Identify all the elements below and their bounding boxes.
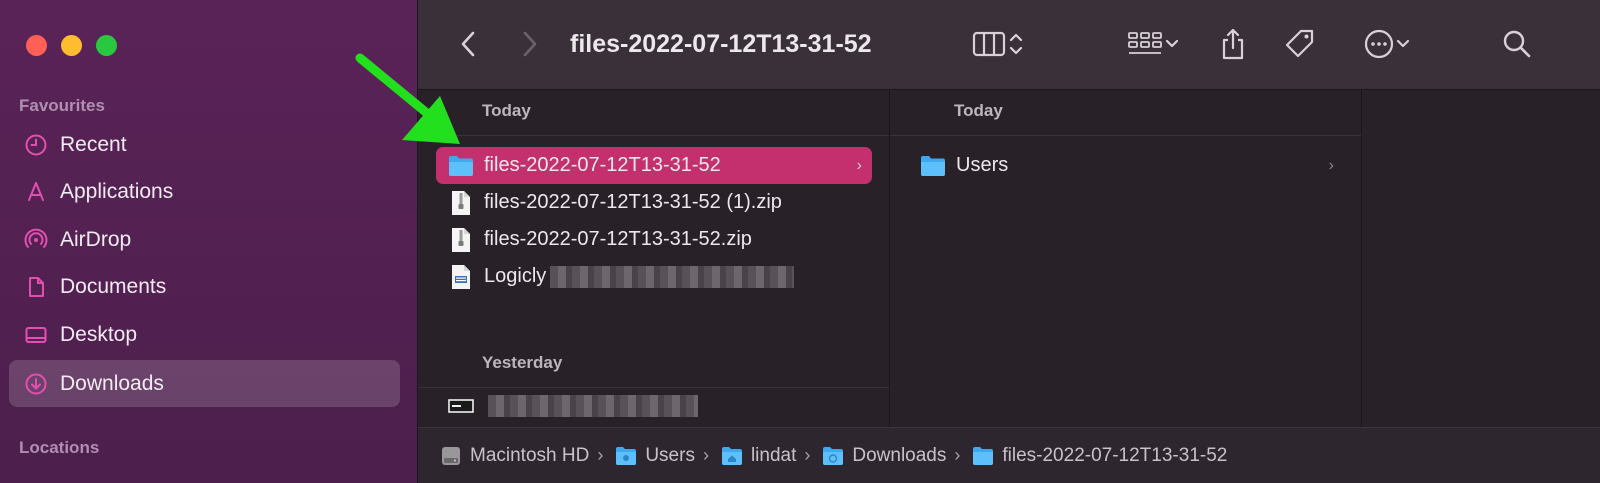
path-crumb-macintosh-hd[interactable]: Macintosh HD (440, 445, 589, 467)
folder-icon (972, 445, 994, 467)
sidebar-item-applications[interactable]: Applications (9, 168, 400, 215)
zip-file-icon (448, 227, 474, 253)
share-icon (1222, 28, 1244, 60)
path-separator: › (597, 445, 604, 465)
sidebar-item-recent[interactable]: Recent (9, 121, 400, 168)
path-bar: Macintosh HD › Users › lindat › Download… (418, 427, 1600, 483)
document-file-icon (448, 264, 474, 290)
path-crumb-lindat[interactable]: lindat (721, 445, 796, 467)
clock-icon (23, 132, 49, 158)
chevron-right-icon: › (1328, 156, 1334, 174)
sidebar-item-label: Desktop (60, 322, 138, 346)
path-crumb-users[interactable]: Users (615, 445, 695, 467)
column-3 (1362, 90, 1600, 427)
group-heading-today: Today (954, 101, 1003, 120)
window-controls (26, 35, 117, 56)
group-heading-today: Today (482, 101, 531, 120)
annotation-arrow-icon (355, 53, 460, 144)
column-2: Today Users › (890, 90, 1362, 427)
redacted-text (488, 394, 698, 417)
group-divider (418, 135, 889, 136)
home-folder-icon (721, 445, 743, 467)
tag-icon (1285, 29, 1314, 58)
tags-button[interactable] (1280, 24, 1320, 64)
path-separator: › (954, 445, 961, 465)
forward-button[interactable] (516, 24, 544, 64)
sidebar-item-label: AirDrop (60, 227, 132, 251)
file-row[interactable]: files-2022-07-12T13-31-52 (1).zip (436, 184, 872, 221)
columns-view-icon (972, 31, 1006, 57)
path-crumb-files-folder[interactable]: files-2022-07-12T13-31-52 (972, 445, 1227, 467)
search-button[interactable] (1500, 24, 1534, 64)
path-separator: › (702, 445, 709, 465)
file-row[interactable]: files-2022-07-12T13-31-52 › (436, 147, 872, 184)
grid-icon (1128, 32, 1162, 54)
sidebar-item-label: Downloads (60, 371, 164, 395)
zoom-window-button[interactable] (96, 35, 117, 56)
chevron-down-icon (1165, 39, 1179, 48)
column-1: Today files-2022-07-12T13-31-52 › files-… (418, 90, 890, 427)
more-actions-button[interactable] (1354, 24, 1420, 64)
airdrop-icon (23, 227, 49, 253)
folder-icon (920, 153, 946, 179)
view-mode-button[interactable] (962, 24, 1034, 64)
group-by-button[interactable] (1118, 24, 1188, 64)
sidebar-section-locations: Locations (19, 438, 100, 457)
chevron-right-icon (523, 31, 537, 57)
chevron-updown-icon (1009, 33, 1023, 55)
file-name: files-2022-07-12T13-31-52.zip (484, 228, 752, 250)
desktop-icon (23, 322, 49, 348)
sidebar-item-airdrop[interactable]: AirDrop (9, 216, 400, 263)
minimize-window-button[interactable] (61, 35, 82, 56)
close-window-button[interactable] (26, 35, 47, 56)
download-icon (23, 371, 49, 397)
path-crumb-label: Users (645, 444, 695, 466)
file-row[interactable]: Logicly (436, 258, 872, 295)
share-button[interactable] (1216, 24, 1250, 64)
zip-file-icon (448, 190, 474, 216)
ellipsis-circle-icon (1364, 29, 1394, 59)
path-crumb-downloads[interactable]: Downloads (822, 445, 946, 467)
path-crumb-label: Downloads (852, 444, 947, 466)
path-crumb-label: lindat (750, 444, 797, 466)
document-icon (23, 274, 49, 300)
redacted-text (550, 265, 795, 288)
file-name: Users (956, 154, 1009, 176)
sidebar-item-label: Documents (60, 274, 167, 298)
sidebar-item-label: Recent (60, 132, 127, 156)
applications-icon (23, 179, 49, 205)
finder-window: Favourites Recent Applications AirDrop D… (0, 0, 1600, 483)
chevron-right-icon: › (856, 156, 862, 174)
group-heading-yesterday: Yesterday (482, 353, 563, 372)
path-crumb-label: Macintosh HD (470, 444, 590, 466)
path-separator: › (804, 445, 811, 465)
search-icon (1503, 30, 1531, 58)
sidebar-section-favourites: Favourites (19, 96, 105, 115)
group-divider (890, 135, 1361, 136)
window-title: files-2022-07-12T13-31-52 (570, 30, 872, 58)
path-crumb-label: files-2022-07-12T13-31-52 (1002, 444, 1228, 466)
file-row[interactable]: files-2022-07-12T13-31-52.zip (436, 221, 872, 258)
toolbar: files-2022-07-12T13-31-52 (418, 0, 1600, 90)
file-name: files-2022-07-12T13-31-52 (484, 154, 721, 176)
downloads-folder-icon (822, 445, 844, 467)
column-browser: Today files-2022-07-12T13-31-52 › files-… (418, 90, 1600, 427)
hard-drive-icon (440, 445, 462, 467)
chevron-down-icon (1396, 39, 1410, 48)
main-area: files-2022-07-12T13-31-52 Today files-20… (418, 0, 1600, 483)
file-row[interactable] (436, 387, 872, 424)
sidebar-item-documents[interactable]: Documents (9, 263, 400, 310)
sidebar-item-desktop[interactable]: Desktop (9, 311, 400, 358)
file-row[interactable]: Users › (908, 147, 1344, 184)
file-name: Logicly (484, 265, 547, 287)
sidebar-item-downloads[interactable]: Downloads (9, 360, 400, 407)
sidebar-item-label: Applications (60, 179, 174, 203)
folder-icon (615, 445, 637, 467)
screen-file-icon (448, 393, 474, 419)
file-name: files-2022-07-12T13-31-52 (1).zip (484, 191, 782, 213)
